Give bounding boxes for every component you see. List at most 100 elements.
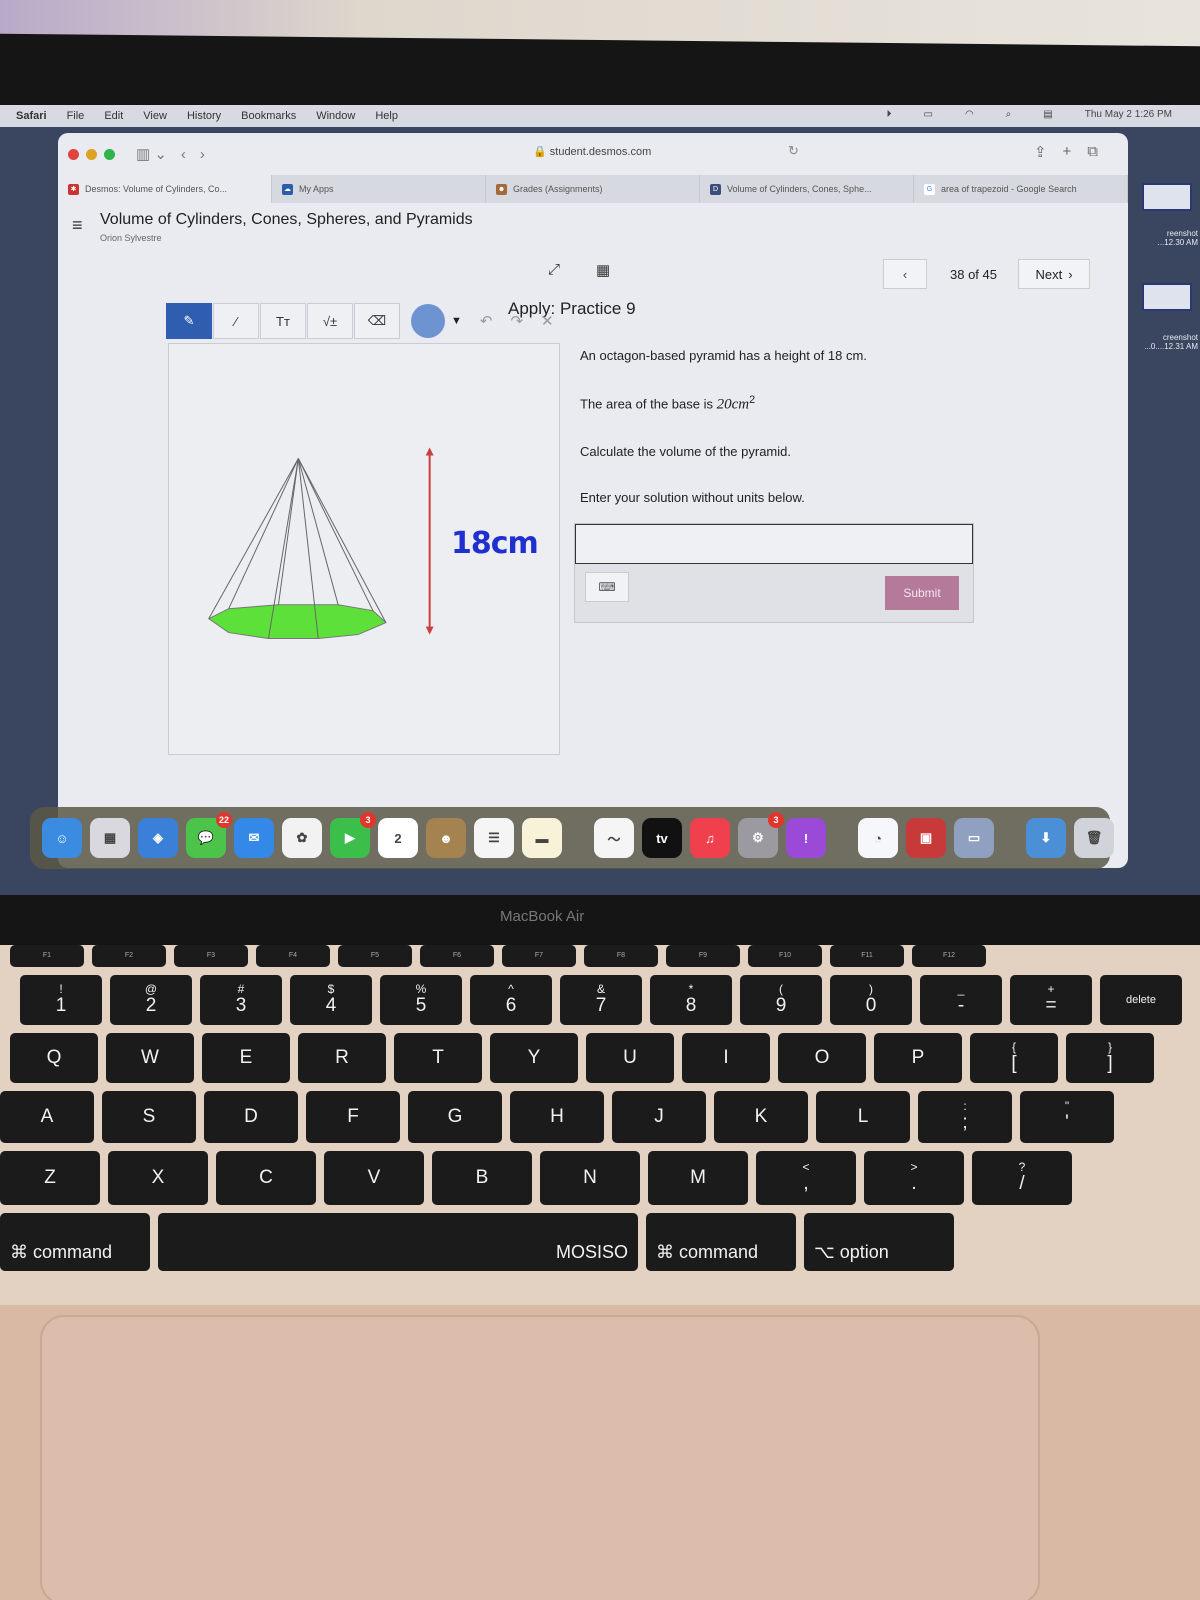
dock-app-photos[interactable]: ✿ [282,818,322,858]
sidebar-toggle-icon[interactable]: ▥ ⌄ [136,145,167,163]
key-⌘-command[interactable]: ⌘ command [646,1213,796,1271]
key-0[interactable]: ) 0 [830,975,912,1025]
key-[[interactable]: {[ [970,1033,1058,1083]
dock-app-music[interactable]: ♫ [690,818,730,858]
key-u[interactable]: U [586,1033,674,1083]
key-m[interactable]: M [648,1151,748,1205]
key-f[interactable]: F [306,1091,400,1143]
tab-google-search[interactable]: G area of trapezoid - Google Search [914,175,1128,203]
key-o[interactable]: O [778,1033,866,1083]
dock-app-messages[interactable]: 💬 22 [186,812,232,858]
dock-app-preview[interactable]: ▭ [954,818,994,858]
desktop-screenshot-file[interactable] [1142,183,1192,211]
back-icon[interactable]: ‹ [181,146,186,163]
play-status-icon[interactable]: ⏵ [886,109,891,120]
menu-hamburger-icon[interactable]: ≡ [72,215,83,236]
key-f12[interactable]: F12 [912,945,986,967]
key-g[interactable]: G [408,1091,502,1143]
key-w[interactable]: W [106,1033,194,1083]
clear-icon[interactable]: ✕ [541,312,554,330]
submit-button[interactable]: Submit [885,576,959,610]
key-f1[interactable]: F1 [10,945,84,967]
dock-app-launchpad[interactable]: ▦ [90,818,130,858]
control-center-icon[interactable]: ▤ [1043,109,1052,120]
minimize-window-button[interactable] [86,148,97,160]
key-q[interactable]: Q [10,1033,98,1083]
key-space[interactable]: MOSISO [158,1213,638,1271]
key-7[interactable]: & 7 [560,975,642,1025]
menu-bookmarks[interactable]: Bookmarks [241,110,296,122]
key-e[interactable]: E [202,1033,290,1083]
key-b[interactable]: B [432,1151,532,1205]
text-tool-button[interactable]: Tт [260,303,306,339]
pen-tool-button[interactable]: ✎ [166,303,212,339]
line-tool-button[interactable]: ∕ [213,303,259,339]
new-tab-icon[interactable]: + [1063,143,1072,161]
key-][interactable]: }] [1066,1033,1154,1083]
key-/[interactable]: ? / [972,1151,1072,1205]
key-delete[interactable]: delete [1100,975,1182,1025]
key-n[interactable]: N [540,1151,640,1205]
battery-icon[interactable]: ▭ [923,109,932,120]
key-f11[interactable]: F11 [830,945,904,967]
address-bar[interactable]: 🔒 student.desmos.com [533,145,651,158]
dock-app-downloads[interactable]: ⬇ [1026,818,1066,858]
key-z[interactable]: Z [0,1151,100,1205]
key-.[interactable]: >. [864,1151,964,1205]
key-v[interactable]: V [324,1151,424,1205]
caret-down-icon[interactable]: ▼ [451,315,462,327]
math-tool-button[interactable]: √± [307,303,353,339]
key--[interactable]: _ - [920,975,1002,1025]
spotlight-search-icon[interactable]: ⌕ [1006,109,1012,120]
tab-volume-doc[interactable]: D Volume of Cylinders, Cones, Sphe... [700,175,914,203]
wifi-icon[interactable]: ◠ [965,109,974,120]
dock-app-photo-booth[interactable]: ▣ [906,818,946,858]
key-j[interactable]: J [612,1091,706,1143]
key-9[interactable]: (9 [740,975,822,1025]
next-screen-button[interactable]: Next › [1018,259,1090,289]
dock-app-apple-tv[interactable]: tv [642,818,682,858]
dock-app-safari[interactable]: ◈ [138,818,178,858]
dock-app-freeform[interactable]: 〜 [594,818,634,858]
math-keyboard-button[interactable]: ⌨ [585,572,629,602]
tab-desmos-activity[interactable]: ✱ Desmos: Volume of Cylinders, Co... [58,175,272,203]
menu-app-name[interactable]: Safari [16,110,47,122]
key-k[interactable]: K [714,1091,808,1143]
dock-app-finder[interactable]: ☺ [42,818,82,858]
dock-app-trash[interactable]: 🗑 [1074,818,1114,858]
key-f10[interactable]: F10 [748,945,822,967]
key-;[interactable]: :; [918,1091,1012,1143]
menu-view[interactable]: View [143,110,167,122]
menu-file[interactable]: File [67,110,85,122]
desktop-screenshot-file[interactable] [1142,283,1192,311]
redo-icon[interactable]: ↷ [510,312,523,330]
key-f4[interactable]: F4 [256,945,330,967]
key-d[interactable]: D [204,1091,298,1143]
clock[interactable]: Thu May 2 1:26 PM [1085,109,1172,120]
reload-icon[interactable]: ↻ [788,143,799,159]
color-picker-button[interactable] [411,304,445,338]
key-h[interactable]: H [510,1091,604,1143]
key-=[interactable]: + = [1010,975,1092,1025]
fullscreen-icon[interactable]: ⤢ [548,261,560,278]
key-,[interactable]: <, [756,1151,856,1205]
tab-my-apps[interactable]: ☁ My Apps [272,175,486,203]
key-⌘-command[interactable]: ⌘ command [0,1213,150,1271]
key-1[interactable]: ! 1 [20,975,102,1025]
tab-grades[interactable]: ☻ Grades (Assignments) [486,175,700,203]
dock-app-contacts[interactable]: ☻ [426,818,466,858]
dock-app-mail[interactable]: ✉ [234,818,274,858]
key-'[interactable]: " ' [1020,1091,1114,1143]
key-a[interactable]: A [0,1091,94,1143]
menu-window[interactable]: Window [316,110,355,122]
eraser-tool-button[interactable]: ⌫ [354,303,400,339]
key-f9[interactable]: F9 [666,945,740,967]
previous-screen-button[interactable]: ‹ [883,259,927,289]
key-8[interactable]: * 8 [650,975,732,1025]
key-x[interactable]: X [108,1151,208,1205]
key-c[interactable]: C [216,1151,316,1205]
dock-app-system-settings[interactable]: ⚙ 3 [738,812,784,858]
key-p[interactable]: P [874,1033,962,1083]
sketch-canvas[interactable]: 18cm [168,343,560,755]
key-f3[interactable]: F3 [174,945,248,967]
